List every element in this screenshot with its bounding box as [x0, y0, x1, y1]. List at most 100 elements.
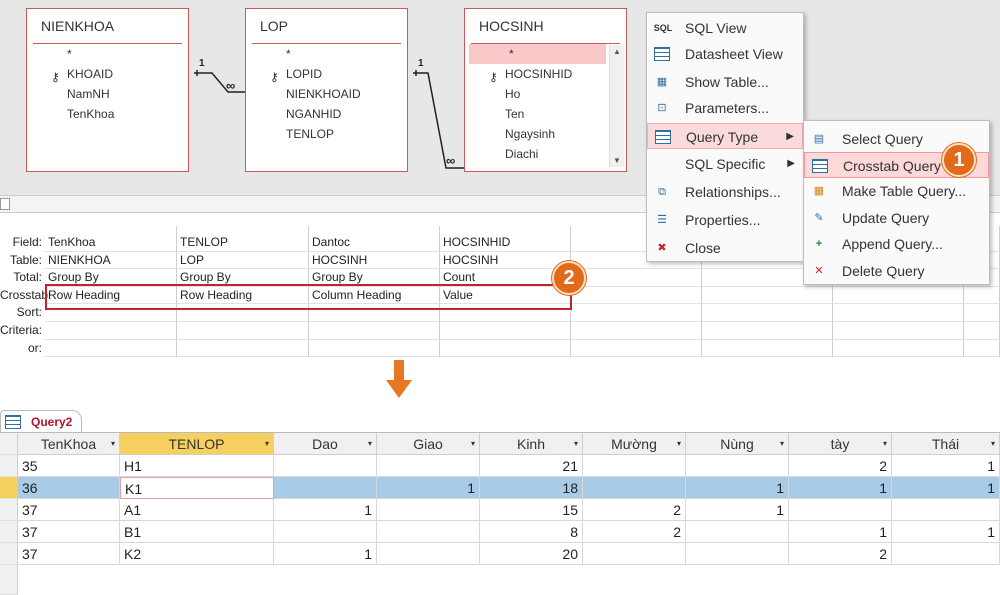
grid-cell[interactable]: [833, 322, 964, 340]
menu-item-datasheet-view[interactable]: Datasheet View: [647, 41, 803, 67]
table-cell[interactable]: [377, 543, 480, 565]
grid-cell[interactable]: [702, 304, 833, 322]
table-cell[interactable]: [274, 455, 377, 477]
table-cell[interactable]: 21: [480, 455, 583, 477]
menu-item-make-table-query[interactable]: ▦ Make Table Query...: [804, 178, 989, 204]
grid-column-selector[interactable]: [309, 226, 440, 234]
table-cell[interactable]: 2: [789, 455, 892, 477]
column-header[interactable]: Kinh ▾: [480, 433, 583, 455]
column-header[interactable]: Thái ▾: [892, 433, 1000, 455]
table-cell[interactable]: H1: [120, 455, 274, 477]
table-cell[interactable]: 35: [18, 455, 120, 477]
grid-cell[interactable]: TenKhoa: [45, 234, 177, 252]
select-all-corner[interactable]: [0, 433, 18, 455]
table-cell[interactable]: 1: [377, 477, 480, 499]
menu-item-close[interactable]: ✖ Close: [647, 235, 803, 261]
grid-cell[interactable]: [833, 286, 964, 305]
grid-cell[interactable]: [177, 322, 309, 340]
table-cell[interactable]: [686, 521, 789, 543]
table-cell[interactable]: 2: [583, 499, 686, 521]
grid-cell[interactable]: [571, 269, 702, 287]
column-header[interactable]: Nùng ▾: [686, 433, 789, 455]
table-cell[interactable]: 20: [480, 543, 583, 565]
grid-cell[interactable]: HOCSINH: [309, 251, 440, 270]
table-cell[interactable]: 1: [789, 521, 892, 543]
grid-column-selector[interactable]: [177, 226, 309, 234]
table-cell[interactable]: [583, 543, 686, 565]
table-cell[interactable]: [892, 499, 1000, 521]
grid-cell[interactable]: [702, 286, 833, 305]
filter-dropdown-icon[interactable]: ▾: [471, 433, 475, 455]
table-cell[interactable]: A1: [120, 499, 274, 521]
grid-cell[interactable]: [571, 339, 702, 358]
table-cell[interactable]: [274, 521, 377, 543]
table-cell[interactable]: [789, 499, 892, 521]
column-header[interactable]: tày ▾: [789, 433, 892, 455]
grid-cell[interactable]: [571, 304, 702, 322]
grid-cell[interactable]: [309, 322, 440, 340]
grid-cell[interactable]: [702, 339, 833, 358]
menu-item-sql-view[interactable]: SQL SQL View: [647, 15, 803, 41]
filter-dropdown-icon[interactable]: ▾: [780, 433, 784, 455]
grid-cell[interactable]: NIENKHOA: [45, 251, 177, 270]
row-selector[interactable]: [0, 455, 18, 477]
table-cell[interactable]: 37: [18, 521, 120, 543]
table-cell[interactable]: 37: [18, 499, 120, 521]
table-cell[interactable]: 1: [892, 521, 1000, 543]
column-header[interactable]: Mường ▾: [583, 433, 686, 455]
table-cell[interactable]: 15: [480, 499, 583, 521]
table-cell[interactable]: [686, 543, 789, 565]
table-cell[interactable]: B1: [120, 521, 274, 543]
grid-cell[interactable]: [177, 339, 309, 358]
filter-dropdown-icon[interactable]: ▾: [111, 433, 115, 455]
grid-cell[interactable]: Dantoc: [309, 234, 440, 252]
column-header[interactable]: Dao ▾: [274, 433, 377, 455]
filter-dropdown-icon[interactable]: ▾: [265, 433, 269, 455]
column-header[interactable]: Giao ▾: [377, 433, 480, 455]
table-cell[interactable]: [274, 477, 377, 499]
row-selector[interactable]: [0, 543, 18, 565]
grid-cell[interactable]: [833, 304, 964, 322]
grid-cell[interactable]: [571, 322, 702, 340]
table-cell[interactable]: 1: [892, 477, 1000, 499]
grid-cell[interactable]: HOCSINHID: [440, 234, 571, 252]
menu-item-query-type[interactable]: Query Type ▶: [647, 123, 803, 149]
table-cell[interactable]: 1: [686, 499, 789, 521]
grid-cell[interactable]: [45, 322, 177, 340]
grid-column-selector[interactable]: [440, 226, 571, 234]
table-cell[interactable]: [686, 455, 789, 477]
table-cell[interactable]: [377, 521, 480, 543]
menu-item-show-table[interactable]: ▦ Show Table...: [647, 69, 803, 95]
row-selector[interactable]: [0, 521, 18, 543]
grid-cell[interactable]: [964, 304, 1000, 322]
table-cell[interactable]: 2: [789, 543, 892, 565]
table-cell[interactable]: 2: [583, 521, 686, 543]
table-cell[interactable]: 1: [789, 477, 892, 499]
grid-cell[interactable]: [440, 339, 571, 358]
grid-cell[interactable]: [571, 286, 702, 305]
menu-item-parameters[interactable]: ⊡ Parameters...: [647, 95, 803, 121]
table-cell[interactable]: 1: [274, 543, 377, 565]
grid-cell[interactable]: TENLOP: [177, 234, 309, 252]
menu-item-delete-query[interactable]: ✕ Delete Query: [804, 258, 989, 284]
grid-cell[interactable]: [440, 322, 571, 340]
table-cell[interactable]: 1: [686, 477, 789, 499]
table-cell[interactable]: [583, 477, 686, 499]
table-cell[interactable]: [377, 499, 480, 521]
grid-cell[interactable]: [833, 339, 964, 358]
row-selector[interactable]: [0, 477, 18, 499]
table-cell[interactable]: 18: [480, 477, 583, 499]
table-cell[interactable]: [377, 455, 480, 477]
menu-item-update-query[interactable]: ✎ Update Query: [804, 205, 989, 231]
table-cell[interactable]: 8: [480, 521, 583, 543]
grid-cell[interactable]: LOP: [177, 251, 309, 270]
grid-cell[interactable]: [702, 322, 833, 340]
grid-cell[interactable]: HOCSINH: [440, 251, 571, 270]
filter-dropdown-icon[interactable]: ▾: [883, 433, 887, 455]
grid-cell[interactable]: [964, 322, 1000, 340]
grid-column-selector[interactable]: [45, 226, 177, 234]
row-selector[interactable]: [0, 499, 18, 521]
table-cell[interactable]: [892, 543, 1000, 565]
table-cell[interactable]: K1: [120, 477, 274, 499]
tab-query2[interactable]: Query2: [0, 410, 82, 434]
